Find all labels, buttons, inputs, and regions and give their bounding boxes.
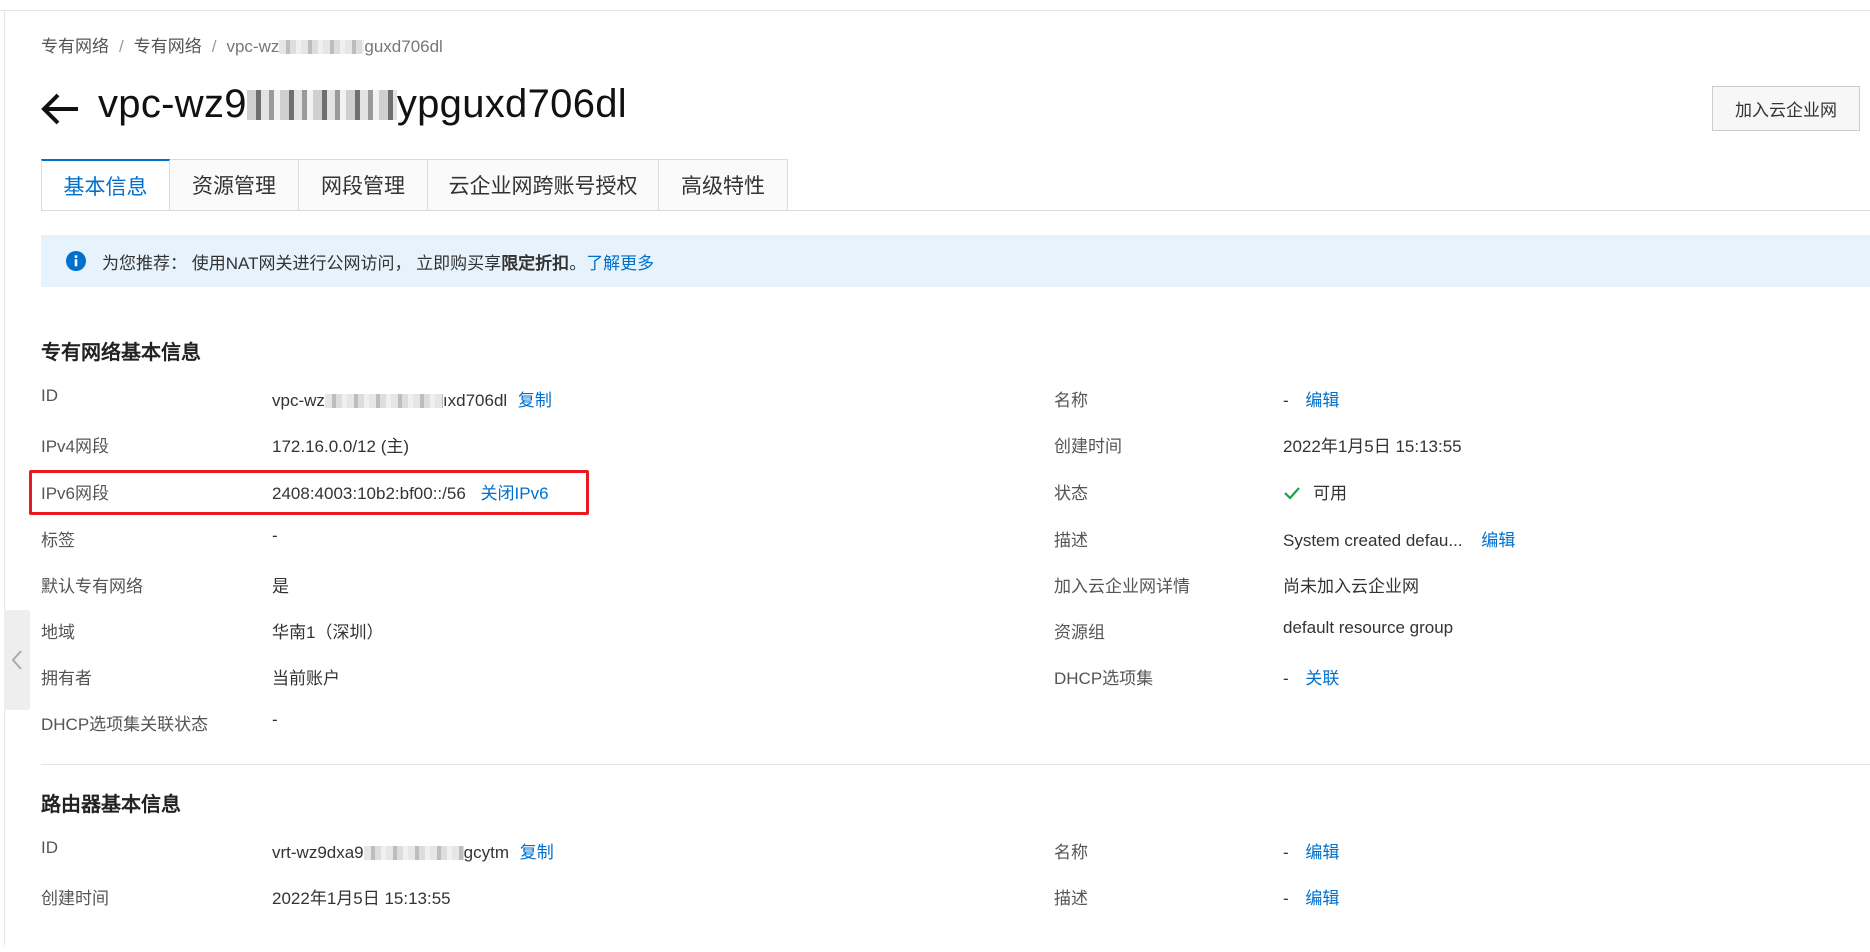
left-border — [4, 10, 5, 945]
default-vpc-value: 是 — [272, 577, 289, 596]
tabs-baseline — [41, 210, 1870, 211]
description-label: 描述 — [1054, 531, 1088, 550]
breadcrumb-current-prefix: vpc-wz — [226, 37, 280, 56]
masked-text — [363, 846, 464, 860]
recommendation-notice: 为您推荐： 使用NAT网关进行公网访问， 立即购买享 限定折扣。了解更多 — [41, 235, 1870, 287]
back-arrow-icon[interactable] — [40, 92, 80, 126]
router-id-label: ID — [41, 838, 58, 857]
router-name-label: 名称 — [1054, 843, 1088, 862]
tab-cen-cross-account-auth[interactable]: 云企业网跨账号授权 — [428, 159, 659, 211]
notice-text: 为您推荐： 使用NAT网关进行公网访问， 立即购买享 — [102, 253, 502, 273]
page-title-prefix: vpc-wz9 — [98, 82, 247, 126]
dhcp-options-value: - 关联 — [1283, 669, 1340, 688]
breadcrumb-separator: / — [119, 37, 124, 56]
owner-value: 当前账户 — [272, 669, 340, 688]
resource-group-value: default resource group — [1283, 618, 1454, 637]
copy-vpc-id-link[interactable]: 复制 — [518, 391, 552, 410]
join-cen-button[interactable]: 加入云企业网 — [1712, 86, 1860, 131]
region-value: 华南1（深圳） — [272, 623, 384, 642]
cen-detail-label: 加入云企业网详情 — [1054, 577, 1190, 596]
breadcrumb-item-vpc[interactable]: 专有网络 — [41, 37, 109, 56]
owner-label: 拥有者 — [41, 669, 92, 688]
router-basic-info-title: 路由器基本信息 — [41, 794, 181, 816]
check-icon — [1284, 487, 1300, 500]
default-vpc-label: 默认专有网络 — [41, 577, 143, 596]
tags-value: - — [272, 526, 278, 545]
breadcrumb-item-vpc-list[interactable]: 专有网络 — [134, 37, 202, 56]
breadcrumb: 专有网络 / 专有网络 / vpc-wz guxd706dl — [41, 32, 443, 57]
resource-group-label: 资源组 — [1054, 623, 1105, 642]
created-time-value: 2022年1月5日 15:13:55 — [1283, 437, 1462, 456]
masked-text — [324, 394, 443, 408]
dhcp-association-status-value: - — [272, 710, 278, 729]
vpc-id-prefix: vpc-wz — [272, 391, 325, 410]
created-time-label: 创建时间 — [1054, 437, 1122, 456]
tab-cidr-management[interactable]: 网段管理 — [299, 159, 428, 211]
cen-detail-value: 尚未加入云企业网 — [1283, 577, 1419, 596]
edit-router-description-link[interactable]: 编辑 — [1305, 889, 1339, 908]
edit-router-name-link[interactable]: 编辑 — [1305, 843, 1339, 862]
info-icon — [66, 251, 86, 271]
ipv4-cidr-value: 172.16.0.0/12 (主) — [272, 437, 410, 456]
status-value: 可用 — [1283, 479, 1347, 504]
router-created-time-label: 创建时间 — [41, 889, 109, 908]
top-border — [0, 10, 1870, 11]
masked-title-text — [246, 90, 397, 120]
tab-advanced-features[interactable]: 高级特性 — [659, 159, 788, 211]
status-label: 状态 — [1054, 484, 1088, 503]
vpc-basic-info-title: 专有网络基本信息 — [41, 342, 201, 364]
breadcrumb-current-suffix: guxd706dl — [364, 37, 443, 56]
router-name-value: - 编辑 — [1283, 843, 1340, 862]
masked-text — [279, 40, 365, 54]
router-id-value: vrt-wz9dxa9 gcytm 复制 — [272, 838, 554, 863]
breadcrumb-current: vpc-wz guxd706dl — [226, 37, 442, 56]
edit-description-link[interactable]: 编辑 — [1481, 531, 1515, 550]
tab-resource-management[interactable]: 资源管理 — [170, 159, 299, 211]
tags-label: 标签 — [41, 531, 75, 550]
ipv4-cidr-label: IPv4网段 — [41, 437, 110, 456]
region-label: 地域 — [41, 623, 75, 642]
dhcp-options-label: DHCP选项集 — [1054, 669, 1154, 688]
tab-bar: 基本信息 资源管理 网段管理 云企业网跨账号授权 高级特性 — [41, 159, 788, 211]
section-divider — [41, 764, 1870, 765]
vpc-id-label: ID — [41, 386, 58, 405]
copy-router-id-link[interactable]: 复制 — [520, 843, 554, 862]
page-title-suffix: ypguxd706dl — [396, 82, 627, 126]
sidebar-collapse-toggle[interactable] — [4, 610, 30, 710]
edit-name-link[interactable]: 编辑 — [1305, 391, 1339, 410]
router-id-suffix: gcytm — [463, 843, 509, 862]
router-description-label: 描述 — [1054, 889, 1088, 908]
router-created-time-value: 2022年1月5日 15:13:55 — [272, 889, 451, 908]
associate-dhcp-link[interactable]: 关联 — [1305, 669, 1339, 688]
router-description-value: - 编辑 — [1283, 889, 1340, 908]
notice-bold-text: 限定折扣 — [501, 253, 570, 273]
ipv6-highlight-box — [29, 470, 589, 515]
status-text: 可用 — [1313, 484, 1347, 503]
name-label: 名称 — [1054, 391, 1088, 410]
description-value: System created defau... 编辑 — [1283, 531, 1516, 550]
breadcrumb-separator: / — [211, 37, 217, 56]
router-id-prefix: vrt-wz9dxa9 — [272, 843, 364, 862]
name-value: - 编辑 — [1283, 391, 1340, 410]
chevron-left-icon — [11, 650, 22, 670]
dhcp-association-status-label: DHCP选项集关联状态 — [41, 715, 209, 734]
notice-text-suffix: 。 — [569, 253, 587, 273]
vpc-id-suffix: ıxd706dl — [442, 391, 508, 410]
tab-basic-info[interactable]: 基本信息 — [41, 159, 170, 211]
vpc-id-value: vpc-wz ıxd706dl 复制 — [272, 386, 552, 411]
learn-more-link[interactable]: 了解更多 — [586, 249, 654, 274]
page-title: vpc-wz9 ypguxd706dl — [98, 82, 627, 127]
